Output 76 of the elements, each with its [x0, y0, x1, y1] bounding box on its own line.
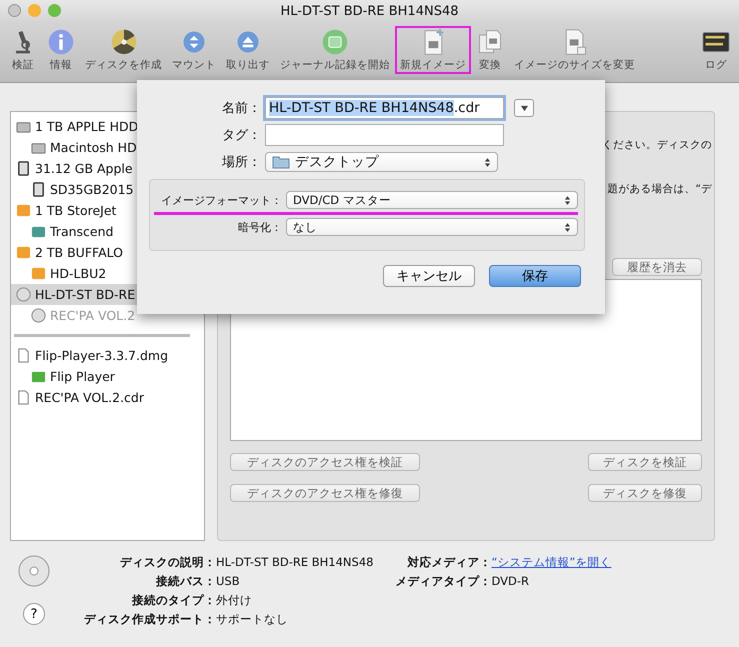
folder-icon	[272, 155, 290, 169]
info-label: 接続のタイプ：	[130, 593, 216, 608]
name-field[interactable]: HL-DT-ST BD-RE BH14NS48.cdr	[265, 97, 504, 119]
toolbar-button[interactable]: 検証	[4, 26, 42, 74]
sidebar-item[interactable]: 1 TB APPLE HDD	[11, 116, 204, 137]
info-label: 対応メディア：	[406, 555, 492, 570]
option-label: 暗号化：	[237, 220, 282, 234]
toolbar-button[interactable]: 新規イメージ	[395, 26, 471, 74]
field-label: タグ：	[221, 127, 262, 144]
sidebar-item[interactable]: Flip Player	[11, 366, 204, 387]
toolbar-button[interactable]: 変換	[471, 26, 509, 74]
info-label: 接続バス：	[154, 574, 216, 589]
minimize-button[interactable]	[28, 4, 41, 17]
info-label: メディアタイプ：	[395, 574, 492, 589]
disk-button[interactable]: ディスクを検証	[588, 453, 702, 471]
close-button[interactable]	[8, 4, 21, 17]
disc-icon	[31, 308, 46, 323]
expand-button[interactable]	[514, 99, 534, 117]
window-title: HL-DT-ST BD-RE BH14NS48	[280, 4, 458, 18]
info-value: USB	[216, 574, 241, 589]
clear-history-button[interactable]: 履歴を消去	[612, 258, 702, 276]
sidebar-item[interactable]: 31.12 GB Apple	[11, 158, 204, 179]
info-label: ディスク作成サポート：	[84, 612, 216, 627]
info-value: 外付け	[216, 593, 253, 608]
document-icon	[16, 390, 31, 405]
tag-field[interactable]	[265, 124, 504, 146]
usb-drive-icon	[31, 266, 46, 281]
usb-drive-icon	[16, 203, 31, 218]
sd-card-icon	[16, 161, 31, 176]
toolbar-button[interactable]: マウント	[167, 26, 221, 74]
sidebar-item[interactable]: HD-LBU2	[11, 263, 204, 284]
disk-icon	[321, 28, 349, 56]
sidebar-item[interactable]: Macintosh HD	[11, 137, 204, 158]
sidebar-item[interactable]: Flip-Player-3.3.7.dmg	[11, 345, 204, 366]
option-label: イメージフォーマット：	[160, 192, 282, 208]
info-value: サポートなし	[216, 612, 289, 627]
stepper-arrows-icon	[564, 194, 571, 206]
field-label: 場所：	[221, 154, 262, 171]
description-text: 題がある場合は、“デ	[608, 182, 712, 196]
disk-button[interactable]: ディスクを修復	[588, 484, 702, 502]
toolbar-button[interactable]: 情報	[42, 26, 80, 74]
sidebar-item[interactable]: Transcend	[11, 221, 204, 242]
repair-permissions-button[interactable]: ディスクのアクセス権を修復	[230, 484, 420, 502]
documents-icon	[476, 28, 504, 56]
stepper-arrows-icon	[564, 222, 571, 232]
description-text: ください。ディスクの	[602, 138, 712, 152]
sidebar-item[interactable]: REC'PA VOL.2.cdr	[11, 387, 204, 408]
option-popup[interactable]: DVD/CD マスター	[286, 191, 578, 209]
save-button[interactable]: 保存	[489, 265, 581, 287]
field-label: 名前：	[221, 100, 262, 117]
stepper-arrows-icon	[484, 156, 491, 168]
toolbar-button[interactable]: イメージのサイズを変更	[509, 26, 640, 74]
cd-icon	[18, 555, 50, 587]
backup-drive-icon	[31, 224, 46, 239]
info-value: HL-DT-ST BD-RE BH14NS48	[216, 555, 374, 570]
volume-icon	[31, 369, 46, 384]
location-popup[interactable]: デスクトップ	[265, 152, 498, 172]
toolbar-button[interactable]: ログ	[697, 26, 735, 74]
toolbar-button[interactable]: ディスクを作成	[80, 26, 167, 74]
sd-card-icon	[31, 182, 46, 197]
system-info-link[interactable]: “システム情報”を開く	[491, 555, 634, 570]
option-popup[interactable]: なし	[286, 218, 578, 236]
info-label: ディスクの説明：	[119, 555, 216, 570]
document-icon	[16, 348, 31, 363]
repair-permissions-button[interactable]: ディスクのアクセス権を検証	[230, 453, 420, 471]
toolbar-button[interactable]: ジャーナル記録を開始	[275, 26, 395, 74]
help-button[interactable]: ?	[23, 603, 45, 625]
sidebar-item[interactable]: 2 TB BUFFALO	[11, 242, 204, 263]
toolbar-button[interactable]: 取り出す	[221, 26, 275, 74]
info-icon	[47, 28, 75, 56]
disc-icon	[16, 287, 31, 302]
cancel-button[interactable]: キャンセル	[383, 265, 475, 287]
radiation-disc-icon	[110, 28, 138, 56]
zoom-button[interactable]	[48, 4, 61, 17]
usb-drive-icon	[16, 245, 31, 260]
info-value: DVD-R	[491, 574, 530, 589]
